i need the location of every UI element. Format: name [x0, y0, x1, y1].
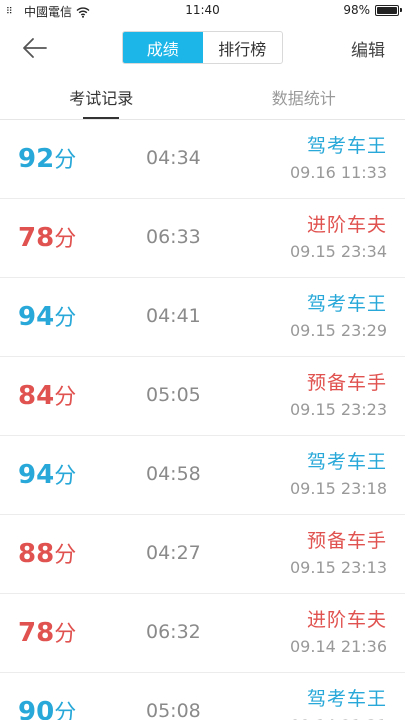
record-row[interactable]: 84分 05:05 预备车手 09.15 23:23: [0, 357, 405, 436]
score-unit: 分: [54, 622, 77, 647]
score-unit: 分: [54, 464, 77, 489]
segment-score[interactable]: 成绩: [123, 32, 203, 63]
exam-datetime: 09.15 23:18: [290, 479, 387, 498]
rank-title: 驾考车王: [306, 451, 387, 473]
tab-exam-records[interactable]: 考试记录: [0, 74, 203, 119]
score-value: 78: [18, 618, 55, 648]
rank-title: 驾考车王: [306, 688, 387, 710]
duration: 06:32: [146, 621, 201, 643]
record-row[interactable]: 90分 05:08 驾考车王 09.14 21:31: [0, 673, 405, 720]
nav-bar: 成绩 排行榜 编辑: [0, 22, 405, 74]
score: 84分: [18, 379, 76, 411]
score-value: 84: [18, 381, 55, 411]
score-value: 94: [18, 460, 55, 490]
duration: 04:58: [146, 463, 201, 485]
back-arrow-icon: [23, 38, 47, 58]
status-bar: ⠿ 中國電信 11:40 98%: [0, 0, 405, 22]
duration: 04:34: [146, 147, 201, 169]
score: 92分: [18, 142, 76, 174]
record-row[interactable]: 78分 06:33 进阶车夫 09.15 23:34: [0, 199, 405, 278]
score: 94分: [18, 300, 76, 332]
battery-icon: [375, 4, 402, 16]
record-list: 92分 04:34 驾考车王 09.16 11:33 78分 06:33 进阶车夫 09.15…: [0, 120, 405, 720]
score: 88分: [18, 537, 76, 569]
duration: 04:41: [146, 305, 201, 327]
score-unit: 分: [54, 385, 77, 410]
duration: 05:08: [146, 700, 201, 720]
score-unit: 分: [54, 543, 77, 568]
back-button[interactable]: [18, 34, 50, 62]
score: 78分: [18, 616, 76, 648]
score-value: 90: [18, 697, 55, 720]
score-unit: 分: [54, 701, 77, 720]
exam-datetime: 09.15 23:34: [290, 242, 387, 261]
record-row[interactable]: 94分 04:58 驾考车王 09.15 23:18: [0, 436, 405, 515]
tab-statistics[interactable]: 数据统计: [203, 74, 405, 119]
rank-title: 预备车手: [306, 530, 387, 552]
exam-datetime: 09.16 11:33: [290, 163, 387, 182]
segment-control: 成绩 排行榜: [122, 31, 283, 64]
rank-title: 进阶车夫: [306, 609, 387, 631]
score: 78分: [18, 221, 76, 253]
exam-datetime: 09.14 21:36: [290, 637, 387, 656]
rank-title: 驾考车王: [306, 135, 387, 157]
record-row[interactable]: 88分 04:27 预备车手 09.15 23:13: [0, 515, 405, 594]
score-value: 92: [18, 144, 55, 174]
tab-label: 考试记录: [69, 88, 134, 108]
rank-title: 预备车手: [306, 372, 387, 394]
tab-underline: [83, 117, 120, 119]
score: 94分: [18, 458, 76, 490]
score-value: 78: [18, 223, 55, 253]
score: 90分: [18, 695, 76, 720]
score-unit: 分: [54, 148, 77, 173]
score-value: 94: [18, 302, 55, 332]
exam-datetime: 09.15 23:23: [290, 400, 387, 419]
score-unit: 分: [54, 306, 77, 331]
battery-fill: [377, 6, 397, 14]
rank-title: 驾考车王: [306, 293, 387, 315]
record-row[interactable]: 94分 04:41 驾考车王 09.15 23:29: [0, 278, 405, 357]
status-right: 98%: [343, 3, 402, 17]
score-value: 88: [18, 539, 55, 569]
duration: 05:05: [146, 384, 201, 406]
edit-button[interactable]: 编辑: [351, 36, 385, 61]
tab-label: 数据统计: [271, 88, 336, 108]
exam-datetime: 09.15 23:29: [290, 321, 387, 340]
duration: 06:33: [146, 226, 201, 248]
duration: 04:27: [146, 542, 201, 564]
exam-datetime: 09.15 23:13: [290, 558, 387, 577]
score-unit: 分: [54, 227, 77, 252]
record-row[interactable]: 78分 06:32 进阶车夫 09.14 21:36: [0, 594, 405, 673]
tab-bar: 考试记录 数据统计: [0, 74, 405, 120]
exam-datetime: 09.14 21:31: [290, 716, 387, 720]
record-row[interactable]: 92分 04:34 驾考车王 09.16 11:33: [0, 120, 405, 199]
segment-leaderboard[interactable]: 排行榜: [203, 32, 283, 63]
rank-title: 进阶车夫: [306, 214, 387, 236]
battery-percent: 98%: [343, 3, 370, 17]
